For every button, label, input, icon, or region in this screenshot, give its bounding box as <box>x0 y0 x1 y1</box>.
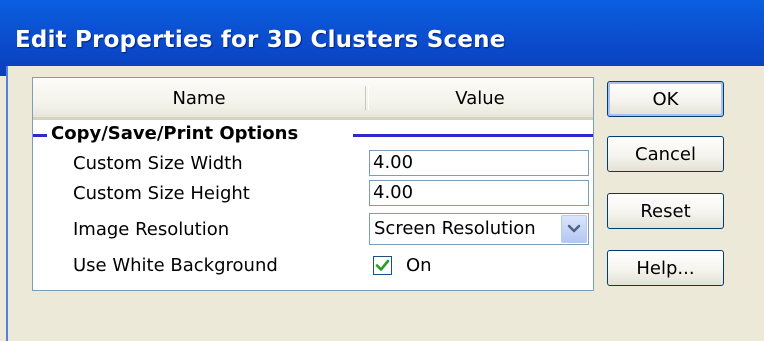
title-bar[interactable]: Edit Properties for 3D Clusters Scene <box>0 0 764 76</box>
property-label-custom-size-height: Custom Size Height <box>73 183 250 204</box>
reset-button[interactable]: Reset <box>607 193 724 229</box>
cancel-button[interactable]: Cancel <box>607 136 724 172</box>
help-button[interactable]: Help... <box>607 250 724 286</box>
use-white-background-checkbox[interactable] <box>373 256 392 275</box>
column-header-name[interactable]: Name <box>33 78 365 117</box>
group-line-left <box>33 134 47 137</box>
property-grid: Name Value Copy/Save/Print Options Custo… <box>32 77 594 291</box>
group-line-right <box>353 134 593 137</box>
dropdown-button[interactable] <box>561 215 587 243</box>
checkmark-icon <box>375 259 390 271</box>
group-label: Copy/Save/Print Options <box>51 123 299 144</box>
ok-button[interactable]: OK <box>607 81 724 117</box>
property-label-use-white-background: Use White Background <box>73 255 278 276</box>
custom-size-width-field[interactable]: 4.00 <box>369 150 589 176</box>
image-resolution-select[interactable]: Screen Resolution <box>369 213 589 245</box>
use-white-background-value: On <box>406 255 432 276</box>
chevron-down-icon <box>567 224 581 233</box>
custom-size-height-field[interactable]: 4.00 <box>369 180 589 206</box>
column-header-value[interactable]: Value <box>367 78 593 117</box>
grid-header: Name Value <box>33 78 593 120</box>
image-resolution-value: Screen Resolution <box>374 218 536 239</box>
property-label-custom-size-width: Custom Size Width <box>73 153 243 174</box>
property-label-image-resolution: Image Resolution <box>73 219 230 240</box>
window-title: Edit Properties for 3D Clusters Scene <box>15 27 506 53</box>
